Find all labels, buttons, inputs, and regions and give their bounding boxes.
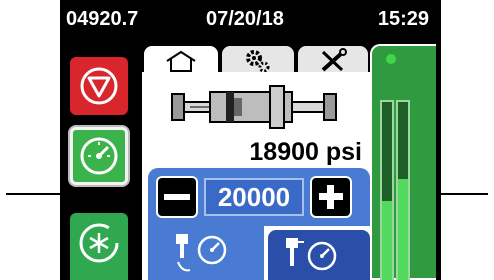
setpoint-value[interactable]: 20000 <box>204 178 304 216</box>
snowflake-cycle-icon <box>79 223 119 263</box>
setpoint-control: 20000 <box>148 168 370 226</box>
device-screen: 04920.7 07/20/18 15:29 18900 psi 20000 <box>60 0 441 280</box>
defrost-button[interactable] <box>70 213 128 280</box>
stop-button[interactable] <box>70 57 128 115</box>
pump-diagram-icon <box>171 85 337 129</box>
mode-button-pressure[interactable] <box>148 226 264 280</box>
gauge-icon <box>80 137 118 175</box>
status-date: 07/20/18 <box>206 8 284 30</box>
status-indicator-light <box>386 54 396 64</box>
minus-button[interactable] <box>156 176 198 218</box>
run-button[interactable] <box>70 127 128 185</box>
status-time: 15:29 <box>377 8 429 30</box>
gears-icon <box>246 50 270 73</box>
level-gauge-right <box>396 100 410 280</box>
status-bar: 04920.7 07/20/18 15:29 <box>60 0 441 38</box>
home-icon <box>166 50 196 72</box>
home-panel: 18900 psi 20000 <box>142 72 370 280</box>
level-gauge-left <box>380 100 394 280</box>
status-serial: 04920.7 <box>66 8 139 30</box>
plus-button[interactable] <box>310 176 352 218</box>
gauge-panel <box>370 44 436 280</box>
pressure-readout: 18900 psi <box>249 138 362 166</box>
minus-icon <box>164 194 190 200</box>
stop-icon <box>80 67 118 105</box>
level-gauge-right-fill <box>398 179 408 280</box>
gun-gauge-icon <box>286 238 337 271</box>
mode-button-flow[interactable] <box>268 230 370 280</box>
level-gauge-left-fill <box>382 201 392 280</box>
spray-gauge-icon <box>176 234 227 272</box>
tools-icon <box>321 48 347 72</box>
